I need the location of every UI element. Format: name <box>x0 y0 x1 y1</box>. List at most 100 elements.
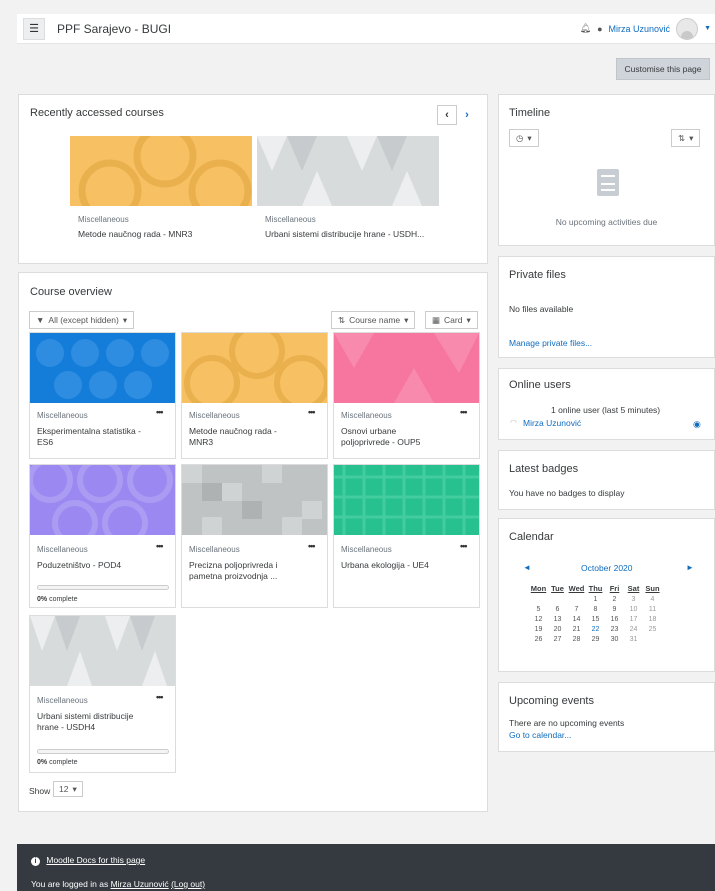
logout-link[interactable]: (Log out) <box>171 879 205 889</box>
calendar-day[interactable]: 31 <box>624 634 643 644</box>
course-name-line1[interactable]: Poduzetništvo - POD4 <box>37 560 121 571</box>
course-image[interactable] <box>30 333 175 403</box>
user-name[interactable]: Mirza Uzunović <box>609 24 671 34</box>
course-image[interactable] <box>70 136 252 206</box>
next-button[interactable]: › <box>457 105 477 125</box>
calendar-day <box>548 594 567 604</box>
footer-user-link[interactable]: Mirza Uzunović <box>111 879 169 889</box>
message-icon[interactable]: ● <box>597 24 602 34</box>
calendar-day[interactable]: 2 <box>605 594 624 604</box>
calendar-day[interactable]: 7 <box>567 604 586 614</box>
calendar-day[interactable]: 1 <box>586 594 605 604</box>
eye-icon[interactable]: ◉ <box>693 419 701 430</box>
site-name[interactable]: PPF Sarajevo - BUGI <box>57 22 171 36</box>
calendar-title: Calendar <box>509 531 554 543</box>
filter-dropdown[interactable]: ▼ All (except hidden) ▾ <box>29 311 135 329</box>
calendar-day[interactable]: 23 <box>605 624 624 634</box>
course-name-line1[interactable]: Metode naučnog rada - <box>189 426 277 437</box>
timeline-filter-dropdown[interactable]: ◷ ▾ <box>509 129 539 147</box>
calendar-day[interactable]: 19 <box>529 624 548 634</box>
more-options-icon[interactable]: ••• <box>156 541 164 551</box>
go-to-calendar-link[interactable]: Go to calendar... <box>509 730 571 740</box>
calendar-day[interactable]: 16 <box>605 614 624 624</box>
calendar-day[interactable]: 21 <box>567 624 586 634</box>
course-category: Miscellaneous <box>189 545 240 554</box>
bell-icon[interactable]: 🔔︎ <box>580 23 591 34</box>
previous-month-arrow[interactable]: ◄ <box>523 563 531 572</box>
calendar-day[interactable]: 22 <box>586 624 605 634</box>
course-image[interactable] <box>30 616 175 686</box>
calendar-day[interactable]: 25 <box>643 624 662 634</box>
calendar-day[interactable]: 11 <box>643 604 662 614</box>
prev-button[interactable]: ‹ <box>437 105 457 125</box>
course-name-link[interactable]: Urbani sistemi distribucije hrane - USDH… <box>265 229 424 240</box>
course-name-line2[interactable]: poljoprivrede - OUP5 <box>341 437 420 448</box>
day-header: Fri <box>609 584 620 593</box>
day-header: Sat <box>627 584 640 593</box>
calendar-day[interactable]: 20 <box>548 624 567 634</box>
page-size-dropdown[interactable]: 12 ▾ <box>53 781 83 797</box>
course-card: Miscellaneous ••• Precizna poljoprivreda… <box>181 464 328 608</box>
calendar-day[interactable]: 17 <box>624 614 643 624</box>
calendar-day[interactable]: 26 <box>529 634 548 644</box>
calendar-day[interactable]: 28 <box>567 634 586 644</box>
more-options-icon[interactable]: ••• <box>308 541 316 551</box>
customise-page-button[interactable]: Customise this page <box>616 58 710 80</box>
calendar-day[interactable]: 4 <box>643 594 662 604</box>
moodle-docs-link[interactable]: Moodle Docs for this page <box>46 855 145 865</box>
course-name-line1[interactable]: Eksperimentalna statistika - <box>37 426 141 437</box>
course-image[interactable] <box>334 333 479 403</box>
course-name-line1[interactable]: Osnovi urbane <box>341 426 396 437</box>
more-options-icon[interactable]: ••• <box>156 407 164 417</box>
course-image[interactable] <box>334 465 479 535</box>
course-name-line1[interactable]: Urbani sistemi distribucije <box>37 711 133 722</box>
course-name-link[interactable]: Metode naučnog rada - MNR3 <box>78 229 192 240</box>
calendar-day[interactable]: 13 <box>548 614 567 624</box>
calendar-day[interactable]: 9 <box>605 604 624 614</box>
calendar-day[interactable]: 27 <box>548 634 567 644</box>
menu-toggle-button[interactable]: ☰ <box>23 17 45 40</box>
course-name-line2[interactable]: ES6 <box>37 437 53 448</box>
more-options-icon[interactable]: ••• <box>460 407 468 417</box>
course-image[interactable] <box>182 465 327 535</box>
course-category: Miscellaneous <box>341 545 392 554</box>
recent-title: Recently accessed courses <box>30 107 164 119</box>
view-dropdown[interactable]: ▦ Card ▾ <box>425 311 478 329</box>
course-name-line2[interactable]: pametna proizvodnja ... <box>189 571 277 582</box>
calendar-day[interactable]: 24 <box>624 624 643 634</box>
next-month-arrow[interactable]: ► <box>686 563 694 572</box>
calendar-day[interactable]: 10 <box>624 604 643 614</box>
calendar-day[interactable]: 6 <box>548 604 567 614</box>
day-header: Mon <box>530 584 547 593</box>
course-name-line2[interactable]: MNR3 <box>189 437 213 448</box>
sort-dropdown[interactable]: ⇅ Course name ▾ <box>331 311 416 329</box>
chevron-right-icon: › <box>465 109 469 121</box>
calendar-day[interactable]: 12 <box>529 614 548 624</box>
course-name-line1[interactable]: Urbana ekologija - UE4 <box>341 560 429 571</box>
chevron-down-icon: ▾ <box>404 314 409 325</box>
online-user-link[interactable]: Mirza Uzunović <box>523 418 581 428</box>
timeline-sort-dropdown[interactable]: ⇅ ▾ <box>671 129 701 147</box>
course-name-line2[interactable]: hrane - USDH4 <box>37 722 95 733</box>
course-image[interactable] <box>257 136 439 206</box>
calendar-day[interactable]: 29 <box>586 634 605 644</box>
calendar-day[interactable]: 5 <box>529 604 548 614</box>
calendar-day[interactable]: 8 <box>586 604 605 614</box>
more-options-icon[interactable]: ••• <box>156 692 164 702</box>
more-options-icon[interactable]: ••• <box>460 541 468 551</box>
calendar-day[interactable]: 3 <box>624 594 643 604</box>
calendar-month: October 2020 <box>581 563 633 573</box>
calendar-day[interactable]: 14 <box>567 614 586 624</box>
course-category: Miscellaneous <box>341 411 392 420</box>
course-image[interactable] <box>30 465 175 535</box>
calendar-day[interactable]: 18 <box>643 614 662 624</box>
manage-private-files-link[interactable]: Manage private files... <box>509 338 592 348</box>
calendar-day[interactable]: 30 <box>605 634 624 644</box>
course-name-line1[interactable]: Precizna poljoprivreda i <box>189 560 277 571</box>
course-image[interactable] <box>182 333 327 403</box>
chevron-down-icon[interactable]: ▼ <box>704 25 711 32</box>
avatar[interactable] <box>676 17 699 40</box>
more-options-icon[interactable]: ••• <box>308 407 316 417</box>
sort-icon: ⇅ <box>338 314 346 325</box>
calendar-day[interactable]: 15 <box>586 614 605 624</box>
